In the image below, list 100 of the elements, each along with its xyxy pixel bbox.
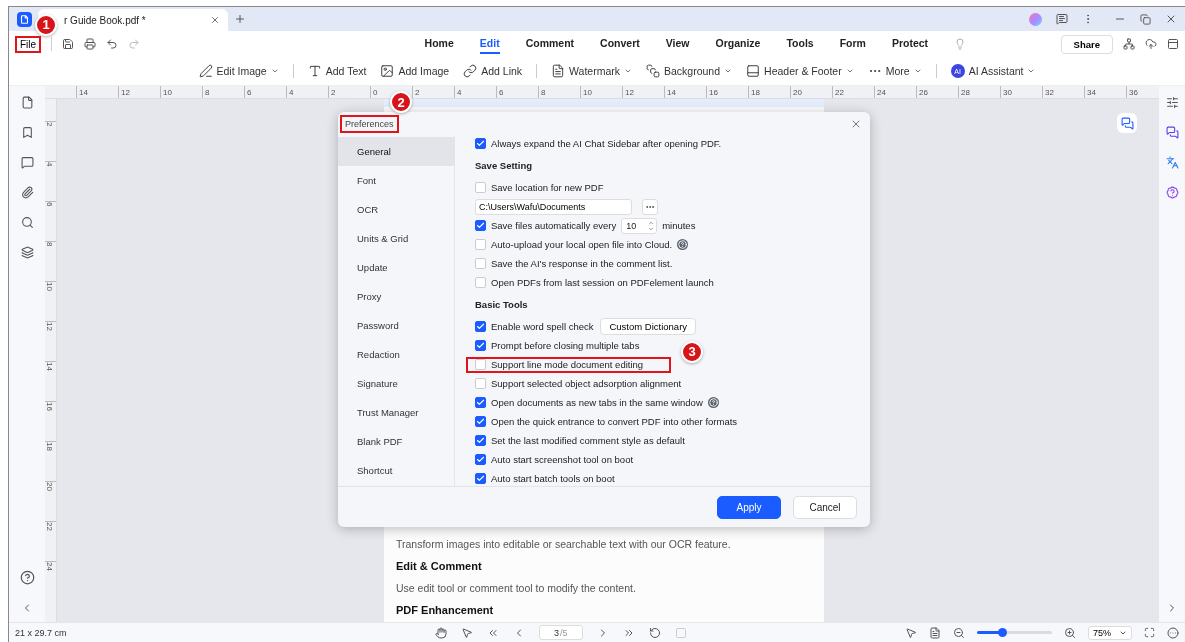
toolbar-button[interactable]: Add Text [307, 64, 367, 78]
chat-icon[interactable] [1056, 13, 1068, 25]
panel-icon[interactable] [1167, 38, 1179, 50]
ruler-number: 24 [45, 561, 56, 601]
file-menu[interactable]: File [15, 35, 42, 53]
zoom-out-icon[interactable] [953, 626, 965, 639]
menu-tab[interactable]: Protect [891, 34, 929, 54]
number-field[interactable]: 10 [621, 217, 658, 234]
menu-tab[interactable]: Edit [479, 34, 500, 54]
page-layout-icon[interactable] [929, 626, 941, 639]
paperclip-icon[interactable] [20, 186, 34, 199]
ruler-number: 4 [45, 161, 56, 201]
app-logo-icon [17, 11, 32, 27]
cancel-button[interactable]: Cancel [793, 495, 857, 519]
toolbar-button[interactable]: Watermark [551, 64, 632, 78]
toolbar-button[interactable]: More [867, 64, 922, 78]
toolbar-button[interactable]: Header & Footer [746, 64, 854, 78]
more-icon[interactable] [1167, 626, 1179, 639]
toolbar-button[interactable]: Edit Image [198, 64, 279, 78]
checkbox[interactable] [475, 340, 486, 352]
toolbar-button[interactable]: Add Image [380, 64, 450, 78]
ruler-number: 16 [45, 401, 56, 441]
link-icon [463, 64, 478, 78]
bookmark-icon[interactable] [20, 126, 34, 139]
ruler-number: 28 [958, 86, 1000, 98]
checkbox[interactable] [475, 397, 486, 409]
translate-icon[interactable] [1165, 156, 1179, 169]
nav-item[interactable]: General [338, 137, 454, 166]
custom-dictionary-button[interactable]: Custom Dictionary [600, 318, 697, 335]
page-icon[interactable] [20, 96, 34, 109]
page-field[interactable]: 3/5 [538, 625, 583, 640]
page-icon [746, 64, 761, 78]
ruler-number: 2 [328, 86, 370, 98]
close-icon[interactable] [850, 118, 862, 130]
ruler-number: 10 [45, 281, 56, 321]
undo-icon[interactable] [106, 38, 119, 50]
letter-page-icon [551, 64, 566, 78]
help-icon[interactable] [19, 570, 35, 585]
menu-tab[interactable]: Home [424, 34, 454, 54]
browse-button[interactable] [642, 198, 658, 215]
option-label: Open PDFs from last session on PDFelement launch [491, 277, 714, 289]
search-icon[interactable] [20, 216, 34, 229]
save-icon[interactable] [62, 38, 75, 50]
option-label: Auto start screenshot tool on boot [491, 453, 634, 465]
layers-icon[interactable] [20, 246, 34, 259]
ruler-number: 20 [790, 86, 832, 98]
option-label: Open the quick entrance to convert PDF into other formats [491, 416, 738, 428]
sliders-icon[interactable] [1165, 96, 1179, 109]
network-icon[interactable] [1123, 38, 1135, 50]
fullscreen-icon[interactable] [1144, 627, 1155, 638]
menu-tab[interactable]: Form [839, 34, 866, 54]
checkbox[interactable] [475, 321, 486, 332]
toolbar-button[interactable]: Add Link [463, 64, 523, 78]
zoom-in-icon[interactable] [1064, 626, 1076, 639]
checkbox[interactable] [475, 416, 486, 428]
close-icon[interactable] [1165, 13, 1177, 25]
zoom-dropdown[interactable]: 75% [1088, 625, 1132, 640]
menu-tab[interactable]: Convert [600, 34, 640, 54]
path-field[interactable]: C:\Users\Wafu\Documents [475, 198, 632, 215]
rotate-icon[interactable] [648, 626, 661, 639]
checkbox[interactable] [475, 453, 486, 465]
checkbox[interactable] [475, 434, 486, 446]
section-heading: Save Setting [475, 160, 533, 172]
checkbox[interactable] [475, 472, 486, 484]
background-icon [646, 64, 660, 78]
close-tab-icon[interactable] [210, 15, 220, 25]
print-icon[interactable] [84, 38, 97, 50]
zoom-slider[interactable] [977, 631, 1052, 634]
unit-label: minutes [662, 220, 696, 232]
checkbox[interactable] [475, 138, 486, 150]
text-icon [307, 64, 322, 78]
menu-tab[interactable]: View [665, 34, 690, 54]
slider-thumb[interactable] [997, 628, 1007, 637]
share-button[interactable]: Share [1060, 34, 1113, 54]
new-tab-icon[interactable] [234, 13, 246, 25]
checkbox[interactable] [475, 220, 486, 232]
menu-tab[interactable]: Organize [715, 34, 761, 54]
hand-icon[interactable] [434, 626, 447, 639]
restore-icon[interactable] [1140, 13, 1151, 25]
select-icon[interactable] [460, 626, 473, 639]
menu-tab[interactable]: Tools [786, 34, 814, 54]
apply-button[interactable]: Apply [717, 495, 781, 519]
ruler-number: 12 [118, 86, 160, 98]
badge-icon[interactable] [1165, 186, 1179, 199]
ruler-number: 10 [160, 86, 202, 98]
ruler-number: 18 [748, 86, 790, 98]
select-mode-icon[interactable] [905, 626, 917, 639]
ruler-number: 22 [832, 86, 874, 98]
toolbar-button[interactable]: Background [646, 64, 733, 78]
page-size-label: 21 x 29.7 cm [15, 627, 67, 638]
menu-tab[interactable]: Comment [525, 34, 575, 54]
ai-chat-icon[interactable] [1165, 126, 1179, 139]
chat-bubble-icon[interactable] [1117, 113, 1137, 133]
ruler-number: 16 [706, 86, 748, 98]
ruler-number: 12 [622, 86, 664, 98]
cloud-upload-icon[interactable] [1145, 38, 1157, 50]
option-label: Support selected object adsorption alignment [491, 378, 682, 390]
ruler-number: 2 [45, 121, 56, 161]
comment-icon[interactable] [20, 156, 34, 169]
ruler-number: 8 [538, 86, 580, 98]
